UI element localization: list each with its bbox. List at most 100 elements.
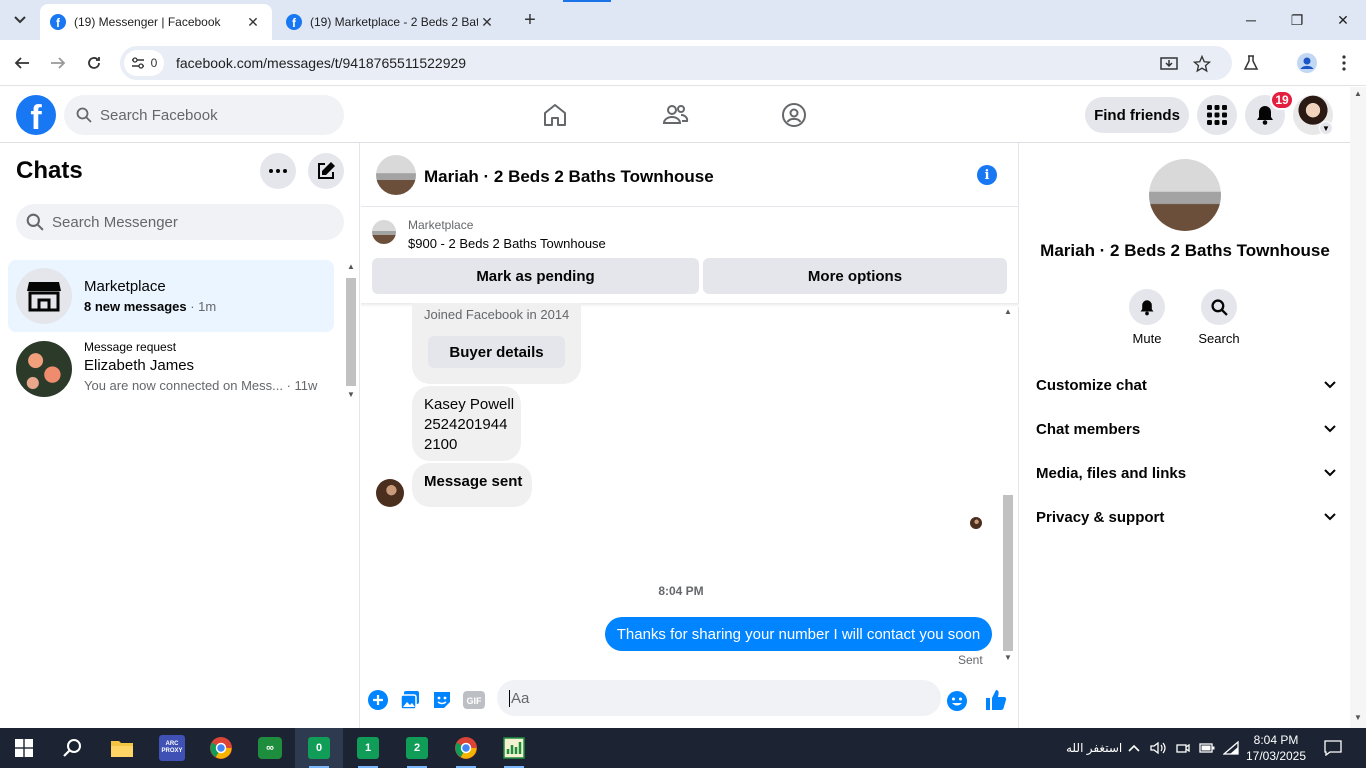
windows-start-icon[interactable] xyxy=(10,734,38,762)
file-explorer-icon[interactable] xyxy=(108,734,136,762)
sender-avatar[interactable] xyxy=(376,479,404,507)
chats-sidebar: Chats Search Messenger Marketplace 8 new… xyxy=(0,143,360,728)
section-media-files-links[interactable]: Media, files and links xyxy=(1036,457,1336,489)
new-message-button[interactable] xyxy=(308,153,344,189)
message-timestamp: 8:04 PM xyxy=(658,584,704,598)
tab-title: (19) Marketplace - 2 Beds 2 Baths xyxy=(310,15,478,29)
scroll-up-icon[interactable]: ▲ xyxy=(346,262,356,271)
arc-proxy-label: ARC PROXY xyxy=(159,735,185,761)
forward-button[interactable] xyxy=(45,50,71,76)
chats-options-button[interactable] xyxy=(260,153,296,189)
more-dots-icon xyxy=(269,169,287,173)
sticker-icon[interactable] xyxy=(431,689,453,711)
counter-app-1[interactable]: 1 xyxy=(354,734,382,768)
counter-app-0[interactable]: 0 xyxy=(305,734,333,768)
chrome-profile-icon[interactable] xyxy=(452,734,480,768)
chrome-icon[interactable] xyxy=(207,734,235,762)
listing-profile-image[interactable] xyxy=(1149,159,1221,231)
chat-preview: 8 new messages · 1m xyxy=(84,299,216,314)
site-info-button[interactable]: 0 xyxy=(124,50,164,76)
chat-list-scrollbar[interactable]: ▲ ▼ xyxy=(344,262,358,404)
info-icon[interactable]: i xyxy=(977,165,997,185)
gif-label: GIF xyxy=(467,696,483,706)
reload-icon xyxy=(88,57,100,69)
scroll-down-icon[interactable]: ▼ xyxy=(346,390,356,399)
find-friends-button[interactable]: Find friends xyxy=(1085,97,1189,133)
scroll-thumb[interactable] xyxy=(346,278,356,386)
new-tab-button[interactable]: + xyxy=(518,8,542,32)
volume-icon[interactable] xyxy=(1150,728,1166,768)
scroll-down-icon[interactable]: ▼ xyxy=(1353,713,1363,722)
restore-button[interactable]: ❐ xyxy=(1274,0,1320,40)
account-chevron-icon[interactable]: ▼ xyxy=(1319,121,1333,135)
scroll-thumb[interactable] xyxy=(1003,495,1013,651)
camera-icon[interactable] xyxy=(1176,728,1190,768)
conversation-title[interactable]: Mariah · 2 Beds 2 Baths Townhouse xyxy=(424,167,714,187)
close-tab-icon[interactable]: ✕ xyxy=(244,14,262,31)
bookmark-star-icon[interactable] xyxy=(1190,52,1214,76)
labs-flask-icon[interactable] xyxy=(1238,50,1264,76)
profile-icon[interactable] xyxy=(1294,50,1320,76)
windows-taskbar: ARC PROXY ∞ 0 1 2 استغفر الله 8:04 PM 17… xyxy=(0,728,1366,768)
system-clock[interactable]: 8:04 PM 17/03/2025 xyxy=(1236,732,1316,764)
app-badge: 0 xyxy=(308,737,330,759)
mark-as-pending-button[interactable]: Mark as pending xyxy=(372,258,699,294)
page-scrollbar[interactable]: ▲ ▼ xyxy=(1350,87,1366,728)
address-bar[interactable]: 0 facebook.com/messages/t/94187655115229… xyxy=(120,46,1232,80)
message-placeholder: Aa xyxy=(511,689,530,707)
listing-avatar[interactable] xyxy=(376,155,416,195)
section-chat-members[interactable]: Chat members xyxy=(1036,413,1336,445)
contact-line: 2524201944 xyxy=(424,416,508,433)
counter-app-2[interactable]: 2 xyxy=(403,734,431,768)
listing-title[interactable]: $900 - 2 Beds 2 Baths Townhouse xyxy=(408,236,606,251)
battery-icon[interactable] xyxy=(1199,728,1215,768)
photo-icon[interactable] xyxy=(399,689,421,711)
tab-search-dropdown[interactable] xyxy=(8,8,32,32)
home-nav-icon[interactable] xyxy=(541,101,569,129)
close-tab-icon[interactable]: ✕ xyxy=(478,14,496,31)
scroll-up-icon[interactable]: ▲ xyxy=(1353,89,1363,98)
section-customize-chat[interactable]: Customize chat xyxy=(1036,369,1336,401)
reload-button[interactable] xyxy=(81,50,107,76)
emoji-icon[interactable] xyxy=(946,690,968,712)
listing-thumbnail[interactable] xyxy=(372,220,396,244)
browser-menu-icon[interactable] xyxy=(1331,50,1357,76)
menu-grid-button[interactable] xyxy=(1197,95,1237,135)
green-app-icon[interactable]: ∞ xyxy=(256,734,284,762)
more-options-button[interactable]: More options xyxy=(703,258,1007,294)
scroll-down-icon[interactable]: ▼ xyxy=(1003,653,1013,662)
section-privacy-support[interactable]: Privacy & support xyxy=(1036,501,1336,533)
groups-nav-icon[interactable] xyxy=(780,101,808,129)
conversation-header: Mariah · 2 Beds 2 Baths Townhouse i xyxy=(361,143,1019,207)
mute-action[interactable]: Mute xyxy=(1117,289,1177,346)
arc-proxy-icon[interactable]: ARC PROXY xyxy=(158,734,186,762)
search-placeholder: Search Messenger xyxy=(52,213,178,231)
friends-nav-icon[interactable] xyxy=(661,101,689,129)
search-action[interactable]: Search xyxy=(1189,289,1249,346)
chat-item-marketplace[interactable]: Marketplace 8 new messages · 1m xyxy=(8,260,334,332)
bell-icon xyxy=(1257,106,1273,125)
back-button[interactable] xyxy=(9,50,35,76)
conversation-scrollbar[interactable]: ▲ ▼ xyxy=(1000,305,1016,667)
more-actions-plus-icon[interactable] xyxy=(367,689,389,711)
facebook-search-input[interactable]: Search Facebook xyxy=(64,95,344,135)
gif-icon[interactable]: GIF xyxy=(463,689,485,711)
search-icon xyxy=(1201,289,1237,325)
minimize-button[interactable]: ─ xyxy=(1228,0,1274,40)
chat-item-elizabeth-james[interactable]: Message request Elizabeth James You are … xyxy=(8,333,334,405)
tab-messenger[interactable]: f (19) Messenger | Facebook ✕ xyxy=(40,4,272,40)
message-input[interactable]: Aa xyxy=(497,680,941,716)
tab-marketplace[interactable]: f (19) Marketplace - 2 Beds 2 Baths ✕ xyxy=(276,4,506,40)
buyer-details-button[interactable]: Buyer details xyxy=(428,336,565,368)
tray-chevron-up-icon[interactable] xyxy=(1128,728,1140,768)
like-thumb-icon[interactable] xyxy=(985,689,1007,711)
messenger-search-input[interactable]: Search Messenger xyxy=(16,204,344,240)
facebook-logo-icon[interactable]: f xyxy=(16,95,56,135)
spreadsheet-app-icon[interactable] xyxy=(500,734,528,768)
notification-center-icon[interactable] xyxy=(1324,728,1342,768)
scroll-up-icon[interactable]: ▲ xyxy=(1003,307,1013,316)
install-app-icon[interactable] xyxy=(1157,52,1181,76)
taskbar-search-icon[interactable] xyxy=(58,734,86,762)
close-window-button[interactable]: ✕ xyxy=(1320,0,1366,40)
search-label: Search xyxy=(1198,331,1240,346)
